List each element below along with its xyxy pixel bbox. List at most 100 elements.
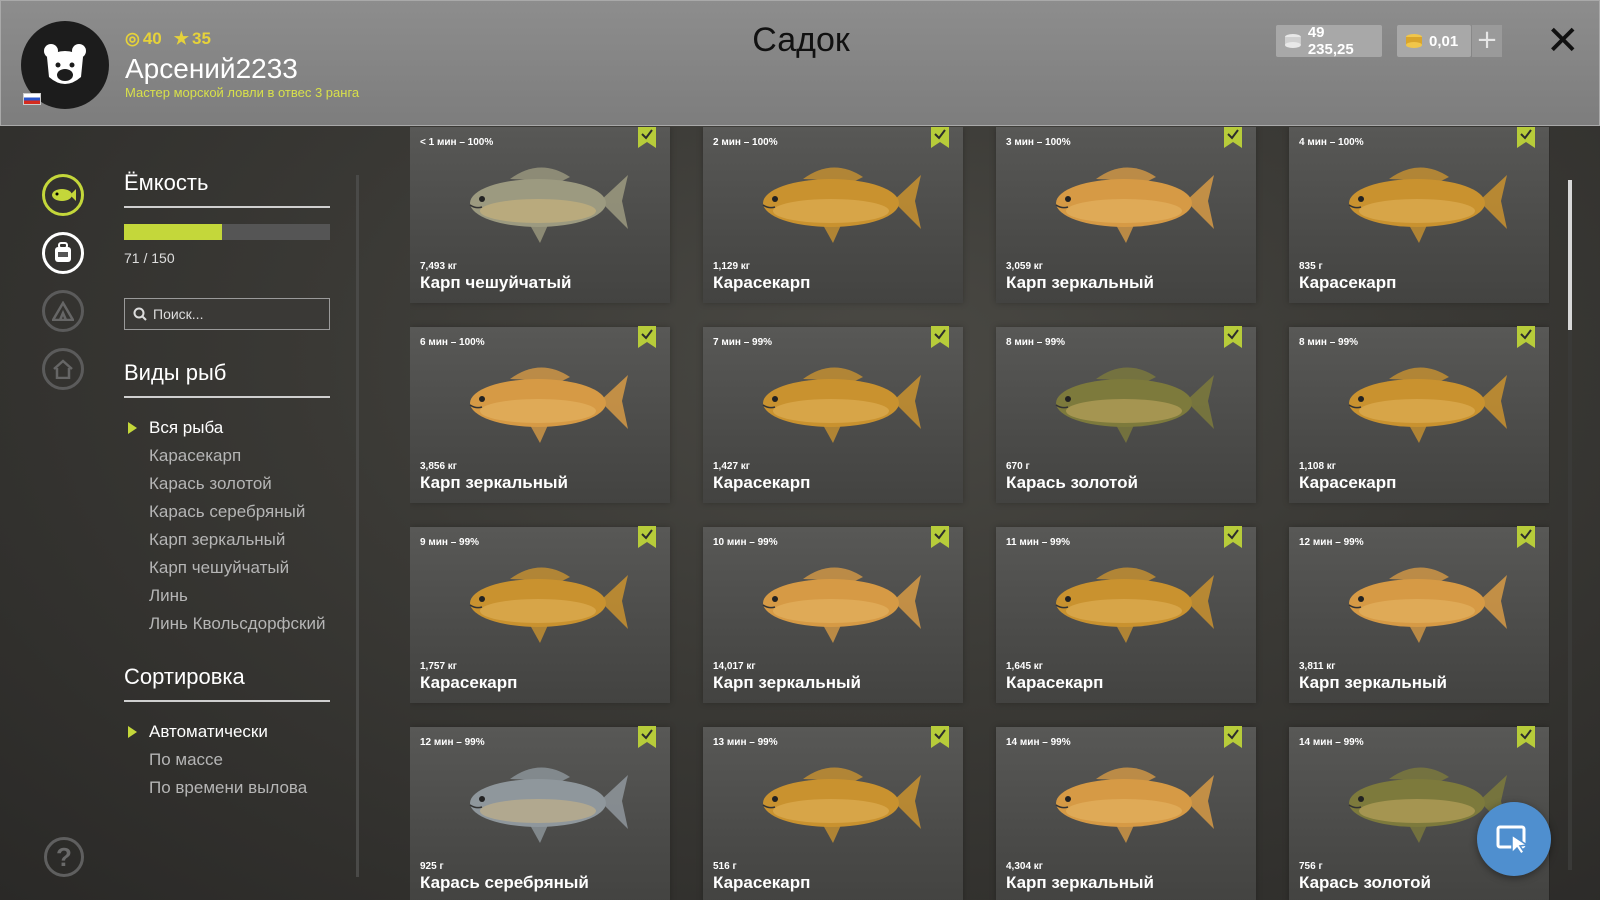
sort-option-item[interactable]: По времени вылова — [124, 774, 330, 802]
fish-card[interactable]: 10 мин – 99% 14,017 кг Карп зеркальный — [703, 526, 963, 703]
bookmark-icon[interactable] — [931, 326, 949, 348]
species-filter-item[interactable]: Карасекарп — [124, 442, 330, 470]
fish-weight: 756 г — [1299, 861, 1323, 872]
bookmark-icon[interactable] — [1224, 526, 1242, 548]
sidebar-divider — [356, 175, 359, 877]
scrollbar-thumb[interactable] — [1568, 180, 1572, 330]
camp-tab[interactable] — [42, 290, 84, 332]
species-filter-item[interactable]: Линь Квольсдорфский — [124, 610, 330, 638]
species-filter-item[interactable]: Линь — [124, 582, 330, 610]
close-button[interactable]: ✕ — [1546, 19, 1580, 63]
fish-weight: 4,304 кг — [1006, 861, 1043, 872]
fish-image — [762, 367, 921, 443]
player-rank: Мастер морской ловли в отвес 3 ранга — [125, 85, 360, 100]
sort-title: Сортировка — [124, 664, 330, 702]
fish-tab[interactable] — [42, 174, 84, 216]
fish-card[interactable]: 12 мин – 99% 925 г Карась серебряный — [410, 726, 670, 900]
fish-card[interactable]: 7 мин – 99% 1,427 кг Карасекарп — [703, 326, 963, 503]
fish-name: Карасекарп — [420, 673, 518, 692]
bookmark-icon[interactable] — [1224, 726, 1242, 748]
fish-image — [1055, 767, 1214, 843]
help-icon[interactable]: ? — [44, 837, 84, 877]
bookmark-icon[interactable] — [1517, 526, 1535, 548]
fish-weight: 1,645 кг — [1006, 661, 1043, 672]
fish-card[interactable]: 2 мин – 100% 1,129 кг Карасекарп — [703, 127, 963, 303]
species-filter-item[interactable]: Карась серебряный — [124, 498, 330, 526]
home-tab[interactable] — [42, 348, 84, 390]
species-filter-item[interactable]: Карп чешуйчатый — [124, 554, 330, 582]
fish-image — [762, 767, 921, 843]
add-currency-button[interactable]: + — [1472, 25, 1502, 57]
search-input[interactable]: Поиск... — [124, 298, 330, 330]
fish-card[interactable]: 14 мин – 99% 4,304 кг Карп зеркальный — [996, 726, 1256, 900]
fish-weight: 516 г — [713, 861, 737, 872]
fish-weight: 7,493 кг — [420, 261, 457, 272]
bookmark-icon[interactable] — [931, 726, 949, 748]
gold-icon — [1406, 34, 1422, 48]
fish-image — [762, 167, 921, 243]
fish-name: Карасекарп — [1299, 473, 1397, 492]
fish-image — [1055, 567, 1214, 643]
search-icon — [133, 307, 147, 321]
bookmark-icon[interactable] — [1224, 326, 1242, 348]
fish-card[interactable]: 8 мин – 99% 670 г Карась золотой — [996, 326, 1256, 503]
catch-time: 8 мин – 99% — [1299, 337, 1359, 348]
fish-weight: 1,108 кг — [1299, 461, 1336, 472]
silver-balance: 49 235,25 — [1276, 24, 1382, 58]
catch-time: 14 мин – 99% — [1006, 737, 1071, 748]
bookmark-icon[interactable] — [638, 326, 656, 348]
bookmark-icon[interactable] — [638, 726, 656, 748]
fish-card[interactable]: 9 мин – 99% 1,757 кг Карасекарп — [410, 526, 670, 703]
fish-card[interactable]: < 1 мин – 100% 7,493 кг Карп чешуйчатый — [410, 127, 670, 303]
bookmark-icon[interactable] — [1517, 726, 1535, 748]
catch-time: 7 мин – 99% — [713, 337, 773, 348]
bookmark-icon[interactable] — [931, 127, 949, 148]
bookmark-icon[interactable] — [638, 127, 656, 148]
fish-card[interactable]: 6 мин – 100% 3,856 кг Карп зеркальный — [410, 326, 670, 503]
fish-weight: 1,129 кг — [713, 261, 750, 272]
fish-name: Карп чешуйчатый — [420, 273, 572, 292]
catch-time: 6 мин – 100% — [420, 337, 485, 348]
fish-card[interactable]: 8 мин – 99% 1,108 кг Карасекарп — [1289, 326, 1549, 503]
fish-weight: 3,811 кг — [1299, 661, 1336, 672]
catch-time: 8 мин – 99% — [1006, 337, 1066, 348]
species-title: Виды рыб — [124, 360, 330, 398]
fish-image — [1348, 567, 1507, 643]
bookmark-icon[interactable] — [638, 526, 656, 548]
cursor-mode-button[interactable] — [1477, 802, 1551, 876]
species-list: Вся рыба Карасекарп Карась золотой Карась с… — [124, 414, 330, 638]
species-filter-item[interactable]: Вся рыба — [124, 414, 330, 442]
fish-weight: 670 г — [1006, 461, 1030, 472]
sort-option-item[interactable]: Автоматически — [124, 718, 330, 746]
sort-option-item[interactable]: По массе — [124, 746, 330, 774]
catch-time: 3 мин – 100% — [1006, 137, 1071, 148]
fish-card[interactable]: 13 мин – 99% 516 г Карасекарп — [703, 726, 963, 900]
capacity-value: 71 / 150 — [124, 250, 175, 266]
inventory-tab[interactable] — [42, 232, 84, 274]
fish-card[interactable]: 12 мин – 99% 3,811 кг Карп зеркальный — [1289, 526, 1549, 703]
fish-card[interactable]: 11 мин – 99% 1,645 кг Карасекарп — [996, 526, 1256, 703]
top-bar: ◎ 40 ★ 35 Арсений2233 Мастер морской ловли… — [0, 0, 1600, 126]
bookmark-icon[interactable] — [1517, 127, 1535, 148]
fish-weight: 835 г — [1299, 261, 1323, 272]
fish-image — [1348, 167, 1507, 243]
species-filter-item[interactable]: Карп зеркальный — [124, 526, 330, 554]
catch-time: 4 мин – 100% — [1299, 137, 1364, 148]
catch-time: 14 мин – 99% — [1299, 737, 1364, 748]
bookmark-icon[interactable] — [931, 526, 949, 548]
fish-image — [1055, 367, 1214, 443]
fish-card[interactable]: 3 мин – 100% 3,059 кг Карп зеркальный — [996, 127, 1256, 303]
fish-weight: 1,757 кг — [420, 661, 457, 672]
fish-name: Карп зеркальный — [1006, 273, 1154, 292]
fish-card[interactable]: 4 мин – 100% 835 г Карасекарп — [1289, 127, 1549, 303]
cursor-icon — [1496, 825, 1530, 855]
fish-weight: 925 г — [420, 861, 444, 872]
filter-sidebar: Ёмкость 71 / 150 Поиск... Виды рыб Вся р… — [124, 170, 330, 802]
fish-weight: 3,856 кг — [420, 461, 457, 472]
bookmark-icon[interactable] — [1517, 326, 1535, 348]
catch-time: 12 мин – 99% — [1299, 537, 1364, 548]
fish-name: Карасекарп — [713, 873, 811, 892]
species-filter-item[interactable]: Карась золотой — [124, 470, 330, 498]
bookmark-icon[interactable] — [1224, 127, 1242, 148]
fish-name: Карп зеркальный — [1299, 673, 1447, 692]
